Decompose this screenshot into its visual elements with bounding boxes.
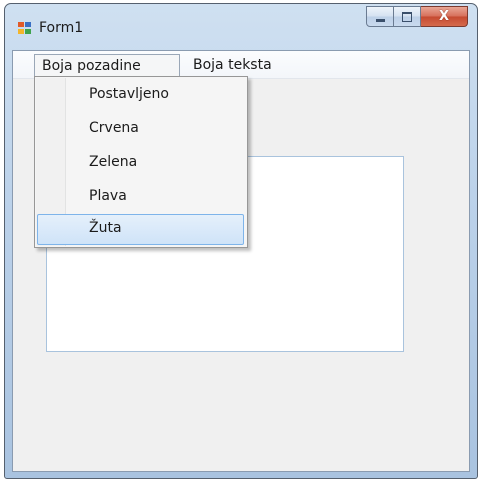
window-title: Form1	[39, 20, 84, 36]
form-client-area: Boja pozadine Boja teksta Postavljeno Cr…	[12, 50, 470, 472]
dropdown-item-crvena[interactable]: Crvena	[37, 114, 244, 145]
dropdown-item-postavljeno[interactable]: Postavljeno	[37, 80, 244, 111]
dropdown-menu: Postavljeno Crvena Zelena Plava Žuta	[34, 76, 248, 248]
form-app-icon[interactable]	[18, 22, 32, 35]
title-bar[interactable]: Form1 X	[5, 4, 477, 50]
close-icon: X	[438, 9, 450, 24]
dropdown-item-plava[interactable]: Plava	[37, 182, 244, 213]
menu-boja-pozadine[interactable]: Boja pozadine	[34, 54, 180, 77]
minimize-icon	[375, 18, 385, 22]
maximize-button[interactable]	[394, 6, 421, 27]
minimize-button[interactable]	[366, 6, 394, 27]
form1-window: Form1 X Boja pozadine Boja teksta Postav…	[4, 3, 478, 479]
maximize-icon	[402, 11, 412, 22]
close-button[interactable]: X	[421, 6, 468, 27]
menu-strip: Boja pozadine Boja teksta	[13, 51, 469, 79]
dropdown-item-zuta[interactable]: Žuta	[37, 214, 244, 245]
caption-buttons: X	[366, 6, 468, 27]
dropdown-item-zelena[interactable]: Zelena	[37, 148, 244, 179]
menu-boja-teksta[interactable]: Boja teksta	[186, 54, 296, 77]
